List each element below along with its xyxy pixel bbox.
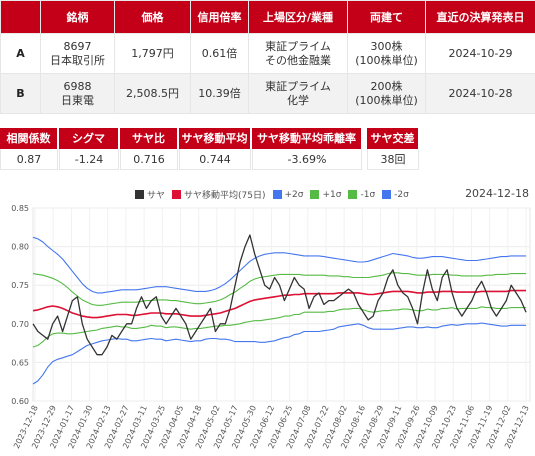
sector: 化学 — [287, 93, 309, 107]
unit: (100株単位) — [355, 53, 418, 67]
legend-label: +1σ — [322, 189, 342, 200]
row-key: B — [0, 73, 41, 114]
row-key: A — [0, 33, 41, 74]
stat-sigma: シグマ -1.24 — [59, 128, 119, 170]
legend-swatch — [382, 190, 392, 199]
stat-value: 0.87 — [0, 149, 58, 170]
stat-label: サヤ交差 — [367, 128, 419, 149]
stat-label: 相関係数 — [0, 128, 58, 149]
market-cell: 東証プライム その他金融業 — [248, 33, 348, 74]
stat-label: サヤ比 — [120, 128, 178, 149]
y-tick-label: 0.60 — [11, 397, 29, 406]
stat-value: -3.69% — [252, 149, 362, 170]
position-cell: 300株 (100株単位) — [347, 33, 426, 74]
header-position: 両建て — [347, 0, 426, 34]
legend-label: -2σ — [394, 189, 409, 200]
y-tick-label: 0.80 — [11, 243, 29, 252]
margin-ratio-cell: 10.39倍 — [190, 73, 249, 114]
market: 東証プライム — [265, 79, 331, 93]
chart-date: 2024-12-18 — [465, 187, 529, 200]
unit: (100株単位) — [355, 93, 418, 107]
y-tick-label: 0.75 — [11, 281, 29, 290]
header-price: 価格 — [114, 0, 191, 34]
price-cell: 1,797円 — [114, 33, 191, 74]
stock-code: 6988 — [63, 79, 92, 93]
legend-swatch — [310, 190, 320, 199]
table-row: B 6988 日東電 2,508.5円 10.39倍 東証プライム 化学 200株(… — [0, 73, 535, 114]
stat-label: シグマ — [59, 128, 119, 149]
table-row: A 8697 日本取引所 1,797円 0.61倍 東証プライム その他金融業 30… — [0, 33, 535, 74]
stat-value: 0.744 — [179, 149, 251, 170]
stock-code: 8697 — [63, 39, 92, 53]
stat-correlation: 相関係数 0.87 — [0, 128, 58, 170]
stat-crossings: サヤ交差 38回 — [367, 128, 419, 170]
stock-cell[interactable]: 8697 日本取引所 — [40, 33, 115, 74]
margin-ratio-cell: 0.61倍 — [190, 33, 249, 74]
position-cell: 200株 (100株単位) — [347, 73, 426, 114]
header-blank — [0, 0, 41, 34]
legend-item[interactable]: +1σ — [310, 190, 341, 200]
qty: 300株 — [370, 39, 403, 53]
legend-swatch — [348, 190, 358, 199]
pair-table: 銘柄 価格 信用倍率 上場区分/業種 両建て 直近の決算発表日 A 8697 日本… — [0, 0, 535, 114]
stat-spread-ma: サヤ移動平均 0.744 — [179, 128, 251, 170]
y-tick-label: 0.85 — [11, 204, 29, 213]
stock-name: 日東電 — [61, 93, 94, 107]
market: 東証プライム — [265, 39, 331, 53]
stat-spread-ratio: サヤ比 0.716 — [120, 128, 178, 170]
table-header-row: 銘柄 価格 信用倍率 上場区分/業種 両建て 直近の決算発表日 — [0, 0, 535, 34]
qty: 200株 — [370, 79, 403, 93]
stock-name: 日本取引所 — [50, 53, 105, 67]
legend-label: -1σ — [360, 189, 376, 200]
legend-item[interactable]: -1σ — [348, 190, 375, 200]
y-tick-label: 0.70 — [11, 320, 29, 329]
stat-ma-deviation: サヤ移動平均乖離率 -3.69% — [252, 128, 362, 170]
header-market-sector: 上場区分/業種 — [248, 0, 348, 34]
price-cell: 2,508.5円 — [114, 73, 191, 114]
stat-value: 0.716 — [120, 149, 178, 170]
legend-swatch — [172, 190, 182, 199]
spread-chart: 0.850.800.750.700.650.602023-12-182023-1… — [11, 204, 531, 450]
stock-cell[interactable]: 6988 日東電 — [40, 73, 115, 114]
legend-item[interactable]: +2σ — [272, 189, 304, 200]
legend-item[interactable]: -2σ — [382, 190, 409, 200]
stat-value: 38回 — [367, 149, 419, 170]
sector: その他金融業 — [265, 53, 331, 67]
stat-value: -1.24 — [59, 149, 119, 170]
header-margin-ratio: 信用倍率 — [190, 0, 249, 34]
header-earnings-date: 直近の決算発表日 — [425, 0, 535, 34]
y-tick-label: 0.65 — [11, 358, 29, 367]
stat-label: サヤ移動平均 — [179, 128, 251, 149]
header-stock: 銘柄 — [40, 0, 115, 34]
legend-label: +2σ — [284, 189, 304, 200]
market-cell: 東証プライム 化学 — [248, 73, 348, 114]
legend-swatch — [272, 190, 282, 199]
earnings-date-cell: 2024-10-29 — [425, 33, 535, 74]
stat-label: サヤ移動平均乖離率 — [252, 128, 362, 149]
earnings-date-cell: 2024-10-28 — [425, 73, 535, 114]
legend-swatch — [135, 190, 144, 199]
